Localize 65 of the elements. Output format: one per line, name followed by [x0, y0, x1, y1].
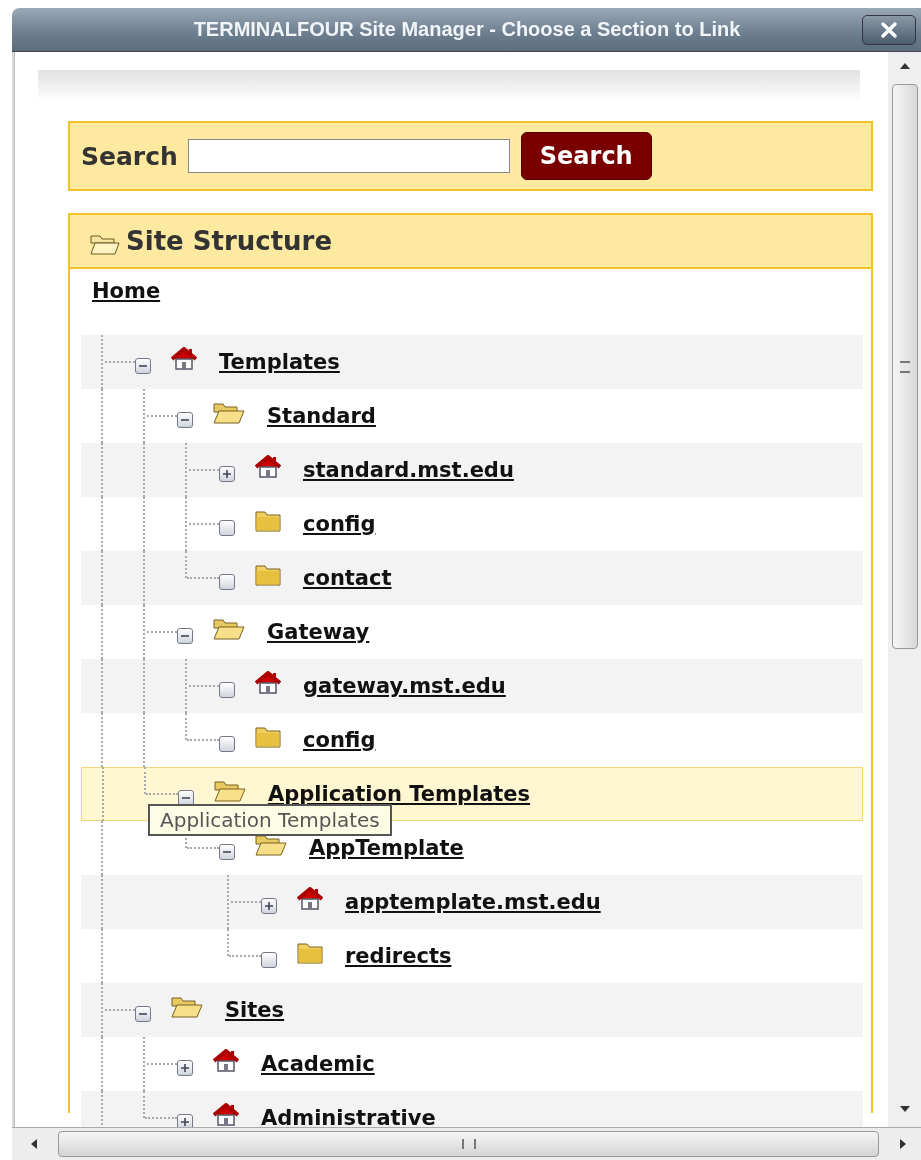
collapse-toggle[interactable] — [135, 358, 151, 374]
section-link[interactable]: config — [303, 728, 376, 752]
house-icon — [297, 887, 323, 911]
section-link[interactable]: standard.mst.edu — [303, 458, 514, 482]
tooltip: Application Templates — [148, 804, 392, 836]
folder-icon — [297, 942, 323, 964]
horizontal-scrollbar[interactable] — [12, 1127, 921, 1160]
section-link[interactable]: apptemplate.mst.edu — [345, 890, 601, 914]
section-link[interactable]: Standard — [267, 404, 376, 428]
section-link[interactable]: Templates — [219, 350, 340, 374]
collapse-toggle[interactable] — [135, 1006, 151, 1022]
empty-toggle[interactable] — [261, 952, 277, 968]
plus-icon — [264, 901, 274, 911]
scroll-right-icon[interactable] — [899, 1138, 907, 1150]
home-link[interactable]: Home — [92, 279, 161, 303]
open-folder-icon — [213, 402, 245, 424]
section-link[interactable]: Sites — [225, 998, 285, 1022]
empty-toggle[interactable] — [219, 520, 235, 536]
open-folder-icon — [255, 834, 287, 856]
section-link[interactable]: redirects — [345, 944, 452, 968]
close-icon — [880, 20, 898, 39]
open-folder-icon — [214, 780, 246, 802]
section-link[interactable]: AppTemplate — [309, 836, 464, 860]
section-link[interactable]: Academic — [261, 1052, 375, 1076]
scroll-left-icon[interactable] — [30, 1138, 38, 1150]
search-field[interactable] — [187, 139, 510, 173]
expand-toggle[interactable] — [177, 1114, 193, 1128]
close-button[interactable] — [862, 14, 916, 45]
section-link[interactable]: Administrative — [261, 1106, 436, 1128]
house-icon — [213, 1049, 239, 1073]
open-folder-icon — [213, 618, 245, 640]
collapse-toggle[interactable] — [219, 844, 235, 860]
section-link[interactable]: Application Templates — [268, 782, 531, 806]
search-button[interactable]: Search — [520, 132, 652, 180]
house-icon — [255, 455, 281, 479]
panel-title: Site Structure — [126, 226, 333, 256]
open-folder-icon — [171, 996, 203, 1018]
open-folder-icon — [90, 233, 120, 255]
folder-icon — [255, 564, 281, 586]
window-title: TERMINALFOUR Site Manager - Choose a Section to Link — [192, 18, 742, 41]
section-link[interactable]: Gateway — [267, 620, 370, 644]
collapse-toggle[interactable] — [177, 628, 193, 644]
house-icon — [171, 347, 197, 371]
scroll-thumb[interactable] — [891, 84, 918, 649]
scroll-down-icon[interactable] — [898, 1105, 911, 1114]
section-link[interactable]: config — [303, 512, 376, 536]
plus-icon — [180, 1063, 190, 1073]
house-icon — [255, 671, 281, 695]
section-link[interactable]: contact — [303, 566, 392, 590]
vertical-scrollbar[interactable] — [888, 52, 921, 1128]
plus-icon — [180, 1117, 190, 1127]
search-label: Search — [81, 141, 178, 171]
folder-icon — [255, 510, 281, 532]
empty-toggle[interactable] — [219, 682, 235, 698]
plus-icon — [222, 469, 232, 479]
scroll-up-icon[interactable] — [898, 62, 911, 70]
collapse-toggle[interactable] — [177, 412, 193, 428]
section-link[interactable]: gateway.mst.edu — [303, 674, 506, 698]
empty-toggle[interactable] — [219, 574, 235, 590]
expand-toggle[interactable] — [219, 466, 235, 482]
scroll-thumb[interactable] — [58, 1131, 879, 1157]
folder-icon — [255, 726, 281, 748]
expand-toggle[interactable] — [261, 898, 277, 914]
empty-toggle[interactable] — [219, 736, 235, 752]
expand-toggle[interactable] — [177, 1060, 193, 1076]
